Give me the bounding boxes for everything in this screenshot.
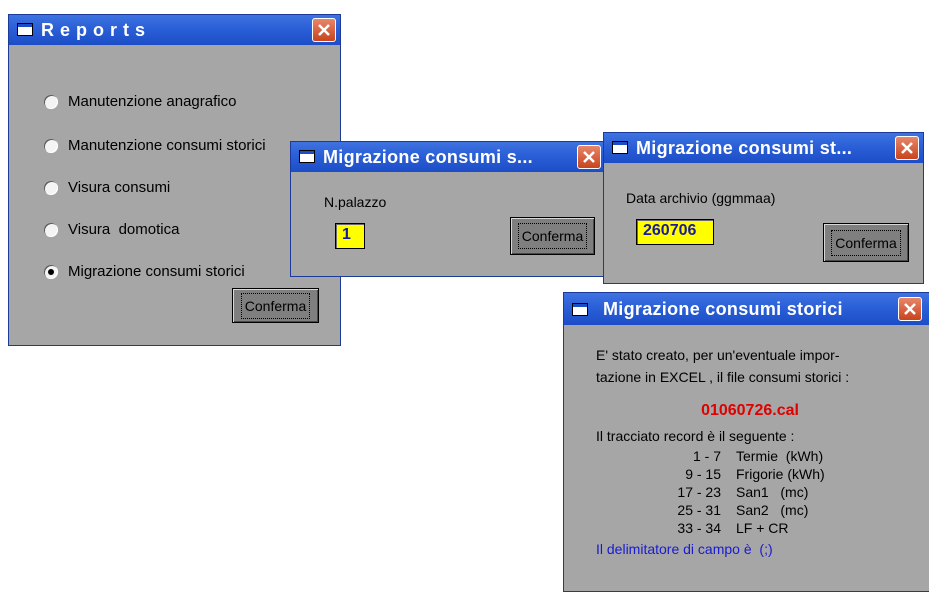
record-intro: Il tracciato record è il seguente : — [596, 428, 795, 444]
message-line-2: tazione in EXCEL , il file consumi stori… — [596, 369, 850, 385]
option-label: Manutenzione anagrafico — [68, 93, 237, 110]
data-title: Migrazione consumi st... — [636, 138, 853, 158]
close-icon — [901, 142, 913, 154]
option-visura-domotica[interactable]: Visura domotica — [44, 221, 179, 238]
option-manutenzione-consumi-storici[interactable]: Manutenzione consumi storici — [44, 137, 266, 154]
palazzo-input[interactable]: 1 — [335, 223, 365, 249]
reports-close-button[interactable] — [312, 18, 336, 42]
window-icon — [17, 23, 33, 36]
palazzo-titlebar[interactable]: Migrazione consumi s... — [291, 142, 605, 172]
record-range: 25 - 31 — [677, 502, 721, 518]
option-migrazione-consumi-storici[interactable]: Migrazione consumi storici — [44, 263, 245, 280]
radio-button[interactable] — [44, 94, 58, 109]
data-field-label: Data archivio (ggmmaa) — [626, 190, 776, 206]
close-icon — [583, 151, 595, 163]
window-icon — [612, 141, 628, 154]
reports-title: Reports — [41, 20, 152, 40]
record-range: 9 - 15 — [685, 466, 721, 482]
confirm-label: Conferma — [517, 223, 588, 249]
data-dialog: Migrazione consumi st... Data archivio (… — [603, 132, 924, 284]
export-filename: 01060726.cal — [701, 402, 799, 419]
option-label: Migrazione consumi storici — [68, 263, 245, 280]
delimiter-note: Il delimitatore di campo è (;) — [596, 541, 773, 557]
result-close-button[interactable] — [898, 297, 922, 321]
data-body: Data archivio (ggmmaa) 260706 Conferma — [607, 163, 920, 280]
data-input[interactable]: 260706 — [636, 219, 714, 245]
palazzo-body: N.palazzo 1 Conferma — [294, 172, 602, 273]
close-icon — [904, 303, 916, 315]
reports-confirm-button[interactable]: Conferma — [232, 288, 319, 323]
palazzo-confirm-button[interactable]: Conferma — [510, 217, 595, 255]
record-field: San1 (mc) — [736, 484, 809, 500]
record-field: San2 (mc) — [736, 502, 809, 518]
option-manutenzione-anagrafico[interactable]: Manutenzione anagrafico — [44, 93, 236, 110]
record-range: 1 - 7 — [692, 448, 721, 464]
palazzo-field-label: N.palazzo — [324, 194, 387, 210]
option-label: Manutenzione consumi storici — [68, 137, 266, 154]
radio-button[interactable] — [44, 180, 58, 195]
data-confirm-button[interactable]: Conferma — [823, 223, 909, 262]
result-dialog: Migrazione consumi storici E' stato crea… — [563, 292, 929, 592]
result-titlebar[interactable]: Migrazione consumi storici — [564, 293, 929, 325]
radio-button[interactable] — [44, 138, 58, 153]
confirm-label: Conferma — [831, 229, 901, 256]
window-icon — [572, 303, 588, 316]
option-label: Visura consumi — [68, 179, 171, 196]
message-line-1: E' stato creato, per un'eventuale impor- — [596, 347, 840, 363]
palazzo-title: Migrazione consumi s... — [323, 147, 533, 167]
result-title: Migrazione consumi storici — [603, 299, 843, 319]
data-close-button[interactable] — [895, 136, 919, 160]
option-label: Visura domotica — [68, 221, 180, 238]
record-field: Frigorie (kWh) — [736, 466, 825, 482]
record-field: LF + CR — [736, 520, 789, 536]
record-range: 33 - 34 — [677, 520, 721, 536]
window-icon — [299, 150, 315, 163]
close-icon — [318, 24, 330, 36]
option-visura-consumi[interactable]: Visura consumi — [44, 179, 170, 196]
record-range: 17 - 23 — [677, 484, 721, 500]
result-body: E' stato creato, per un'eventuale impor-… — [567, 325, 929, 588]
confirm-label: Conferma — [240, 292, 311, 319]
palazzo-close-button[interactable] — [577, 145, 601, 169]
radio-button-selected[interactable] — [44, 264, 58, 279]
record-field: Termie (kWh) — [736, 448, 824, 464]
radio-button[interactable] — [44, 222, 58, 237]
palazzo-dialog: Migrazione consumi s... N.palazzo 1 Conf… — [290, 141, 606, 277]
data-titlebar[interactable]: Migrazione consumi st... — [604, 133, 923, 163]
reports-titlebar[interactable]: Reports — [9, 15, 340, 45]
reports-body: Manutenzione anagrafico Manutenzione con… — [12, 45, 337, 342]
